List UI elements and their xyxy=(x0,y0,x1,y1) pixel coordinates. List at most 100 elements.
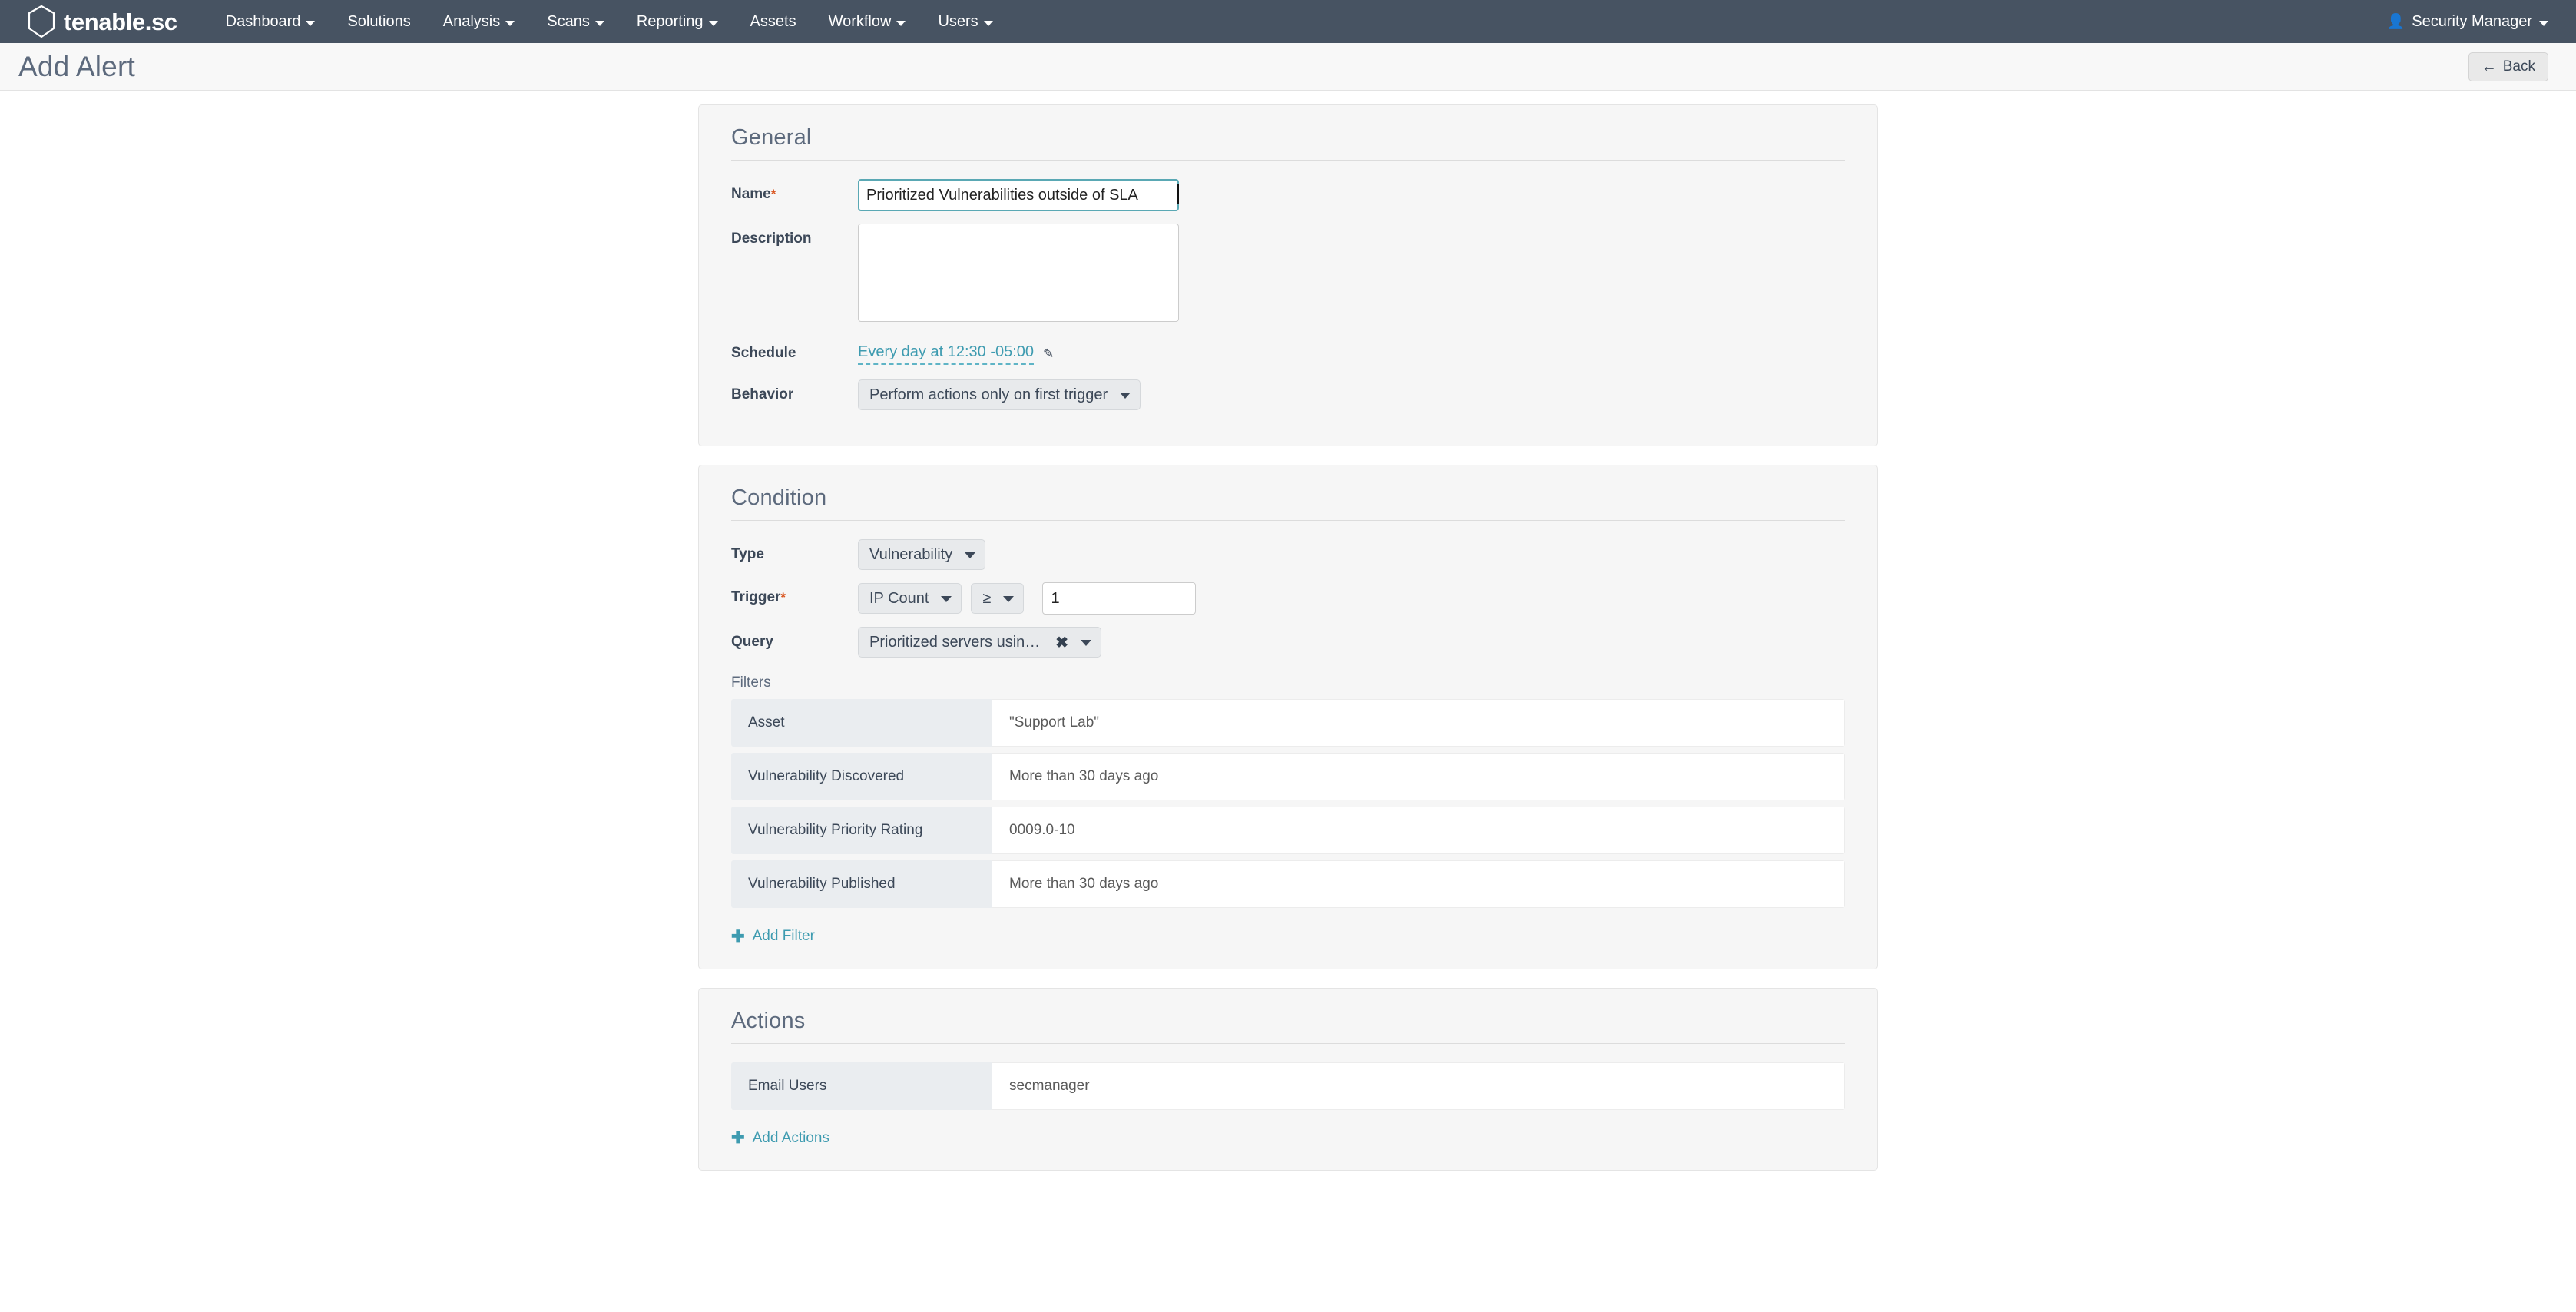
nav-item-label: Workflow xyxy=(828,13,892,30)
nav-item-reporting[interactable]: Reporting xyxy=(621,0,734,43)
name-control xyxy=(858,179,1845,211)
trigger-row: Trigger* IP Count ≥ xyxy=(731,582,1845,615)
actions-table: Email Users secmanager xyxy=(731,1062,1845,1110)
behavior-dropdown-value: Perform actions only on first trigger xyxy=(869,386,1108,403)
name-row: Name* xyxy=(731,179,1845,211)
table-row[interactable]: Vulnerability Priority Rating 0009.0-10 xyxy=(731,807,1845,854)
query-dropdown-value: Prioritized servers usin… xyxy=(869,633,1041,651)
description-row: Description xyxy=(731,224,1845,326)
filter-value: More than 30 days ago xyxy=(992,860,1845,908)
query-dropdown[interactable]: Prioritized servers usin… ✖ xyxy=(858,627,1102,658)
filters-table: Asset "Support Lab" Vulnerability Discov… xyxy=(731,699,1845,908)
nav-item-label: Users xyxy=(938,13,978,30)
type-dropdown[interactable]: Vulnerability xyxy=(858,539,986,570)
trigger-field-dropdown[interactable]: IP Count xyxy=(858,583,962,614)
add-filter-button[interactable]: ✚ Add Filter xyxy=(731,928,815,945)
chevron-down-icon xyxy=(1003,596,1015,602)
tenable-hexagon-icon xyxy=(28,5,55,38)
chevron-down-icon xyxy=(1120,393,1131,399)
chevron-down-icon xyxy=(983,20,993,26)
name-input-wrap xyxy=(858,179,1179,211)
type-label: Type xyxy=(731,546,764,562)
required-asterisk: * xyxy=(770,187,776,201)
chevron-down-icon xyxy=(594,20,604,26)
nav-item-label: Assets xyxy=(750,13,796,30)
query-control: Prioritized servers usin… ✖ xyxy=(858,627,1845,658)
navbar-right: 👤 Security Manager xyxy=(2387,0,2548,43)
table-row[interactable]: Vulnerability Published More than 30 day… xyxy=(731,860,1845,908)
description-textarea[interactable] xyxy=(858,224,1179,322)
chevron-down-icon xyxy=(505,20,515,26)
filter-key: Vulnerability Discovered xyxy=(731,753,992,800)
back-button-label: Back xyxy=(2502,58,2535,75)
trigger-operator-value: ≥ xyxy=(982,589,992,607)
schedule-control: Every day at 12:30 -05:00 ✎ xyxy=(858,338,1845,365)
nav-item-users[interactable]: Users xyxy=(922,0,1008,43)
type-dropdown-value: Vulnerability xyxy=(869,545,953,563)
schedule-label: Schedule xyxy=(731,345,796,361)
general-card: General Name* Description Schedule Every… xyxy=(698,104,1878,446)
filter-key: Vulnerability Priority Rating xyxy=(731,807,992,854)
plus-icon: ✚ xyxy=(731,927,745,946)
query-row: Query Prioritized servers usin… ✖ xyxy=(731,627,1845,658)
back-button[interactable]: ← Back xyxy=(2468,52,2548,81)
add-actions-button[interactable]: ✚ Add Actions xyxy=(731,1130,829,1147)
user-menu-label: Security Manager xyxy=(2412,12,2532,30)
actions-card: Actions Email Users secmanager ✚ Add Act… xyxy=(698,987,1878,1171)
nav-item-scans[interactable]: Scans xyxy=(531,0,621,43)
nav-item-label: Analysis xyxy=(442,13,501,30)
nav-item-assets[interactable]: Assets xyxy=(734,0,813,43)
filter-key: Vulnerability Published xyxy=(731,860,992,908)
behavior-dropdown[interactable]: Perform actions only on first trigger xyxy=(858,379,1141,410)
page-title: Add Alert xyxy=(18,51,135,82)
pencil-icon[interactable]: ✎ xyxy=(1043,346,1054,362)
trigger-operator-dropdown[interactable]: ≥ xyxy=(971,583,1025,614)
page-header: Add Alert ← Back xyxy=(0,43,2576,91)
brand-logo[interactable]: tenable.sc xyxy=(26,5,177,38)
page-content: General Name* Description Schedule Every… xyxy=(0,91,2576,1312)
nav-items: Dashboard Solutions Analysis Scans Repor… xyxy=(210,0,1009,43)
chevron-down-icon xyxy=(708,20,718,26)
close-icon[interactable]: ✖ xyxy=(1055,633,1068,652)
description-label: Description xyxy=(731,230,812,247)
user-menu[interactable]: 👤 Security Manager xyxy=(2387,13,2548,31)
plus-icon: ✚ xyxy=(731,1129,745,1147)
chevron-down-icon xyxy=(941,596,952,602)
chevron-down-icon xyxy=(2539,20,2548,26)
action-value: secmanager xyxy=(992,1062,1845,1110)
filter-value: More than 30 days ago xyxy=(992,753,1845,800)
chevron-down-icon xyxy=(965,552,976,558)
nav-item-label: Solutions xyxy=(347,13,411,30)
table-row[interactable]: Email Users secmanager xyxy=(731,1062,1845,1110)
query-label: Query xyxy=(731,634,773,650)
add-filter-label: Add Filter xyxy=(752,928,815,944)
trigger-label: Trigger* xyxy=(731,582,858,607)
description-control xyxy=(858,224,1845,326)
table-row[interactable]: Vulnerability Discovered More than 30 da… xyxy=(731,753,1845,800)
nav-item-workflow[interactable]: Workflow xyxy=(813,0,922,43)
filter-value: "Support Lab" xyxy=(992,699,1845,747)
trigger-control: IP Count ≥ xyxy=(858,582,1845,615)
name-label: Name* xyxy=(731,179,858,204)
name-input[interactable] xyxy=(858,179,1179,211)
behavior-row: Behavior Perform actions only on first t… xyxy=(731,379,1845,410)
filter-value: 0009.0-10 xyxy=(992,807,1845,854)
name-label-text: Name xyxy=(731,186,771,202)
chevron-down-icon xyxy=(1081,640,1092,646)
type-control: Vulnerability xyxy=(858,539,1845,570)
arrow-left-icon: ← xyxy=(2481,58,2497,75)
schedule-link[interactable]: Every day at 12:30 -05:00 xyxy=(858,343,1035,365)
general-card-title: General xyxy=(731,125,1845,161)
chevron-down-icon xyxy=(896,20,906,26)
nav-item-dashboard[interactable]: Dashboard xyxy=(210,0,332,43)
actions-card-title: Actions xyxy=(731,1009,1845,1044)
table-row[interactable]: Asset "Support Lab" xyxy=(731,699,1845,747)
trigger-value-input[interactable] xyxy=(1042,582,1197,615)
required-asterisk: * xyxy=(780,590,786,605)
chevron-down-icon xyxy=(306,20,316,26)
condition-card: Condition Type Vulnerability Trigger* IP… xyxy=(698,465,1878,969)
add-actions-label: Add Actions xyxy=(752,1129,829,1146)
filters-label: Filters xyxy=(731,674,771,691)
nav-item-solutions[interactable]: Solutions xyxy=(331,0,426,43)
nav-item-analysis[interactable]: Analysis xyxy=(427,0,531,43)
